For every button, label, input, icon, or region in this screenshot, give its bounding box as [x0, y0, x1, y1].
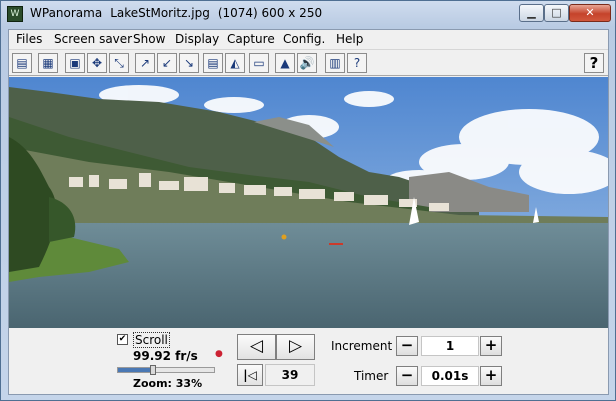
maximize-button[interactable]: □ — [544, 4, 569, 22]
prev-frame-button[interactable]: ◁ — [237, 334, 276, 360]
client-area: Files Screen saver Show Display Capture … — [8, 29, 609, 395]
first-frame-button[interactable]: |◁ — [237, 364, 263, 386]
increment-minus-button[interactable]: − — [396, 336, 418, 356]
controls-panel: ✔ Scroll 99.92 fr/s ● Zoom: 33% ◁ ▷ |◁ 3… — [9, 328, 608, 394]
increment-plus-button[interactable]: + — [480, 336, 502, 356]
app-icon[interactable]: W — [7, 6, 23, 22]
arrow-down-right-icon[interactable]: ↘ — [179, 53, 199, 73]
shrink-icon[interactable]: ⤡ — [109, 53, 129, 73]
file-name: LakeStMoritz.jpg — [110, 6, 210, 20]
panorama-view-icon[interactable]: ▤ — [203, 53, 223, 73]
fit-window-icon[interactable]: ▣ — [65, 53, 85, 73]
timer-plus-button[interactable]: + — [480, 366, 502, 386]
menu-help[interactable]: Help — [336, 32, 363, 46]
mountain-icon[interactable]: ▲ — [275, 53, 295, 73]
timer-label: Timer — [354, 369, 389, 383]
zoom-readout: Zoom: 33% — [133, 377, 203, 390]
open-file-icon[interactable]: ▤ — [12, 53, 32, 73]
scroll-label[interactable]: Scroll — [133, 332, 170, 348]
menu-config[interactable]: Config. — [283, 32, 325, 46]
frame-counter: 39 — [265, 364, 315, 386]
zoom-slider-fill — [118, 368, 150, 372]
arrow-up-right-icon[interactable]: ↗ — [135, 53, 155, 73]
toolbar: ▤ ▦ ▣ ✥ ⤡ ↗ ↙ ↘ ▤ ◭ ▭ ▲ 🔊 ▥ ? ? — [9, 49, 608, 76]
sound-icon[interactable]: 🔊 — [297, 53, 317, 73]
book-icon[interactable]: ▥ — [325, 53, 345, 73]
menu-bar: Files Screen saver Show Display Capture … — [9, 30, 608, 48]
timer-minus-button[interactable]: − — [396, 366, 418, 386]
window-title: WPanorama LakeStMoritz.jpg (1074) 600 x 25… — [30, 6, 330, 20]
increment-field[interactable]: 1 — [421, 336, 479, 356]
minimize-button[interactable]: ▁ — [519, 4, 544, 22]
menu-screen-saver[interactable]: Screen saver — [54, 32, 132, 46]
app-name: WPanorama — [30, 6, 103, 20]
menu-capture[interactable]: Capture — [227, 32, 275, 46]
next-frame-button[interactable]: ▷ — [276, 334, 315, 360]
scroll-checkbox[interactable]: ✔ — [117, 334, 128, 345]
expand-icon[interactable]: ✥ — [87, 53, 107, 73]
image-info: (1074) 600 x 250 — [217, 6, 323, 20]
timer-field[interactable]: 0.01s — [421, 366, 479, 386]
fps-readout: 99.92 fr/s — [133, 349, 198, 363]
image-icon[interactable]: ▦ — [38, 53, 58, 73]
panorama-view[interactable] — [9, 77, 608, 328]
zoom-slider-track[interactable] — [117, 365, 215, 375]
title-bar[interactable]: W WPanorama LakeStMoritz.jpg (1074) 600 x … — [1, 1, 615, 27]
menu-files[interactable]: Files — [16, 32, 42, 46]
help-book-icon[interactable]: ? — [347, 53, 367, 73]
increment-label: Increment — [331, 339, 393, 353]
help-icon[interactable]: ? — [584, 53, 604, 73]
app-window: W WPanorama LakeStMoritz.jpg (1074) 600 x … — [0, 0, 616, 401]
menu-show[interactable]: Show — [133, 32, 165, 46]
landscape-icon[interactable]: ◭ — [225, 53, 245, 73]
zoom-slider-thumb[interactable] — [150, 365, 156, 375]
menu-display[interactable]: Display — [175, 32, 219, 46]
panorama-image — [9, 77, 608, 328]
arrow-down-left-icon[interactable]: ↙ — [157, 53, 177, 73]
wide-view-icon[interactable]: ▭ — [249, 53, 269, 73]
record-icon[interactable]: ● — [215, 350, 224, 359]
close-button[interactable]: ✕ — [569, 4, 611, 22]
